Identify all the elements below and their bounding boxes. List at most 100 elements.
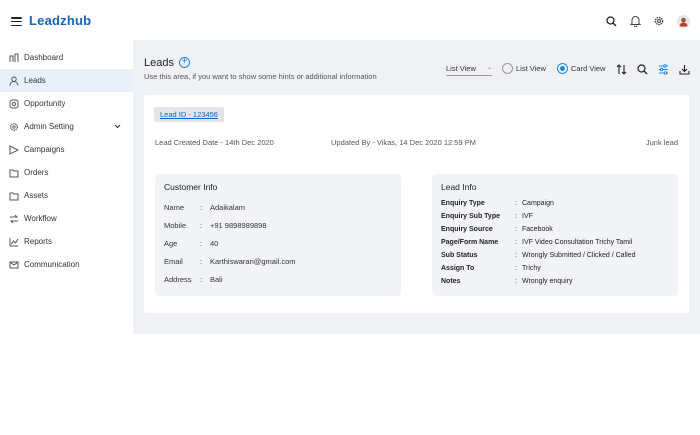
panel-title: Lead Info — [441, 182, 477, 192]
radio-circle — [557, 63, 568, 74]
row-value: Trichy — [522, 265, 541, 272]
sidebar-item-assets[interactable]: Assets — [0, 184, 133, 207]
radio-circle — [502, 63, 513, 74]
lead-updated-by: Updated By - Vikas, 14 Dec 2020 12:59 PM — [331, 138, 476, 147]
bell-icon[interactable] — [628, 14, 642, 28]
gear-icon[interactable] — [652, 14, 666, 28]
main-content: Leads + Use this area, if you want to sh… — [133, 40, 700, 334]
sidebar-item-label: Communication — [24, 260, 80, 269]
chart-icon — [8, 236, 19, 247]
row-label: Page/Form Name — [441, 239, 499, 246]
row-label: Name — [164, 203, 185, 212]
download-icon[interactable] — [678, 63, 690, 75]
row-label: Address — [164, 275, 192, 284]
menu-icon[interactable] — [11, 17, 22, 27]
add-lead-button[interactable]: + — [179, 57, 190, 68]
sidebar-item-admin-setting[interactable]: Admin Setting — [0, 115, 133, 138]
row-value: IVF — [522, 213, 533, 220]
chevron-down-icon[interactable] — [114, 122, 121, 131]
folder-icon — [8, 190, 19, 201]
search-icon[interactable] — [636, 63, 648, 75]
sidebar-item-label: Opportunity — [24, 99, 66, 108]
chevron-down-icon: ⌄ — [486, 65, 492, 71]
lead-id-link[interactable]: Lead ID - 123456 — [154, 107, 224, 122]
sidebar-item-dashboard[interactable]: Dashboard — [0, 46, 133, 69]
row-label: Enquiry Source — [441, 226, 493, 233]
dashboard-icon — [8, 52, 19, 63]
target-icon — [8, 98, 19, 109]
view-select[interactable]: List View ⌄ — [446, 64, 492, 76]
info-row: Notes: Wrongly enquiry — [441, 278, 573, 285]
sidebar-item-label: Assets — [24, 191, 49, 200]
filter-icon[interactable] — [657, 63, 669, 75]
sidebar: Dashboard Leads Opportunity Admin Settin… — [0, 40, 133, 435]
row-value: IVF Video Consultation Trichy Tamil — [522, 239, 633, 246]
sort-icon[interactable] — [615, 63, 627, 75]
sidebar-item-communication[interactable]: Communication — [0, 253, 133, 276]
row-label: Notes — [441, 278, 461, 285]
sidebar-item-label: Campaigns — [24, 145, 65, 154]
info-row: Name: Adaikalam — [164, 203, 246, 212]
sidebar-item-label: Leads — [24, 76, 46, 85]
radio-label: Card View — [571, 64, 606, 73]
info-row: Enquiry Source: Facebook — [441, 226, 553, 233]
mail-icon — [8, 259, 19, 270]
row-label: Email — [164, 257, 183, 266]
search-icon[interactable] — [604, 14, 618, 28]
avatar[interactable] — [676, 14, 690, 28]
row-value: Campaign — [522, 200, 554, 207]
info-row: Age:40 — [164, 239, 219, 248]
sidebar-item-label: Admin Setting — [24, 122, 74, 131]
row-label: Age — [164, 239, 178, 248]
radio-label: List View — [516, 64, 546, 73]
sidebar-item-orders[interactable]: Orders — [0, 161, 133, 184]
sidebar-item-campaigns[interactable]: Campaigns — [0, 138, 133, 161]
folder-icon — [8, 167, 19, 178]
page-hint: Use this area, if you want to show some … — [144, 72, 377, 81]
customer-info-panel: Customer Info Name: Adaikalam Mobile: +91 … — [155, 174, 401, 296]
sidebar-item-reports[interactable]: Reports — [0, 230, 133, 253]
lead-created-date: Lead Created Date - 14th Dec 2020 — [155, 138, 274, 147]
info-row: Enquiry Sub Type: IVF — [441, 213, 533, 220]
row-label: Enquiry Sub Type — [441, 213, 500, 220]
info-row: Address: Bali — [164, 275, 223, 284]
lead-card: Lead ID - 123456 Lead Created Date - 14t… — [144, 95, 689, 313]
row-label: Mobile — [164, 221, 187, 230]
row-value: Facebook — [522, 226, 553, 233]
sidebar-item-opportunity[interactable]: Opportunity — [0, 92, 133, 115]
gear-icon — [8, 121, 19, 132]
user-icon — [8, 75, 19, 86]
lead-info-panel: Lead Info Enquiry Type: Campaign Enquiry … — [432, 174, 678, 296]
sidebar-item-label: Workflow — [24, 214, 57, 223]
sidebar-item-workflow[interactable]: Workflow — [0, 207, 133, 230]
card-view-radio[interactable]: Card View — [557, 63, 605, 74]
row-value: Bali — [210, 275, 223, 284]
row-value: Wrongly enquiry — [522, 278, 573, 285]
row-label: Assign To — [441, 265, 475, 272]
header-actions — [604, 14, 690, 28]
list-view-radio[interactable]: List View — [502, 63, 546, 74]
row-value: +91 9898989898 — [210, 221, 267, 230]
row-value: Wrongly Submitted / Clicked / Called — [522, 252, 636, 259]
row-label: Sub Status — [441, 252, 478, 259]
view-select-value: List View — [446, 64, 476, 73]
send-icon — [8, 144, 19, 155]
info-row: Email: Karthiswaran@gmail.com — [164, 257, 296, 266]
lead-status: Junk lead — [645, 138, 678, 147]
sidebar-item-label: Reports — [24, 237, 53, 246]
top-bar: Leadzhub — [0, 0, 700, 40]
info-row: Assign To: Trichy — [441, 265, 541, 272]
page-title: Leads — [144, 57, 174, 69]
row-value: 40 — [210, 239, 219, 248]
sidebar-item-label: Orders — [24, 168, 49, 177]
info-row: Enquiry Type: Campaign — [441, 200, 554, 207]
info-row: Page/Form Name: IVF Video Consultation Tr… — [441, 239, 633, 246]
row-label: Enquiry Type — [441, 200, 485, 207]
info-row: Sub Status: Wrongly Submitted / Clicked /… — [441, 252, 636, 259]
sidebar-item-label: Dashboard — [24, 53, 64, 62]
sidebar-item-leads[interactable]: Leads — [0, 69, 133, 92]
info-row: Mobile: +91 9898989898 — [164, 221, 267, 230]
brand-logo: Leadzhub — [29, 13, 92, 28]
workflow-icon — [8, 213, 19, 224]
row-value: Karthiswaran@gmail.com — [210, 257, 296, 266]
